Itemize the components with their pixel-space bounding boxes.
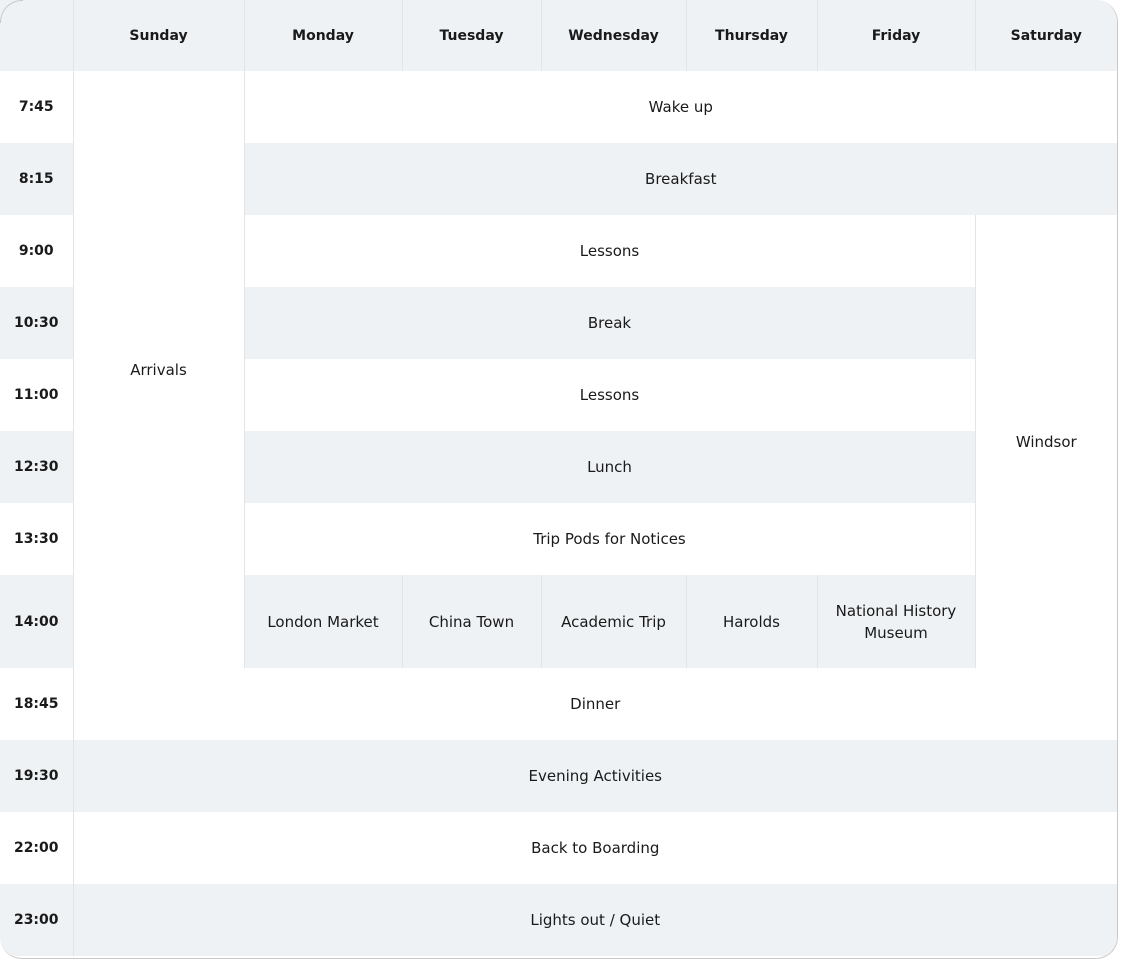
time-cell: 12:30 xyxy=(0,431,74,503)
activity-cell: Lessons xyxy=(244,359,975,431)
day-header-wednesday: Wednesday xyxy=(540,0,686,71)
activity-cell: Trip Pods for Notices xyxy=(244,503,975,575)
time-cell: 13:30 xyxy=(0,503,74,575)
schedule-container: Sunday Monday Tuesday Wednesday Thursday… xyxy=(0,0,1118,959)
day-header-sunday: Sunday xyxy=(72,0,244,71)
table-row: 18:45 Dinner xyxy=(0,668,1117,740)
activity-cell: Dinner xyxy=(73,668,1117,740)
trip-cell-wednesday: Academic Trip xyxy=(540,575,686,668)
time-cell: 9:00 xyxy=(0,215,74,287)
time-cell: 7:45 xyxy=(0,71,74,143)
saturday-windsor-cell: Windsor xyxy=(974,215,1117,668)
activity-cell: Evening Activities xyxy=(73,740,1117,812)
activity-cell: Back to Boarding xyxy=(73,812,1117,884)
trip-cell-tuesday: China Town xyxy=(401,575,541,668)
day-header-monday: Monday xyxy=(243,0,402,71)
sunday-arrivals-cell: Arrivals xyxy=(73,71,245,668)
activity-cell: Lunch xyxy=(244,431,975,503)
day-header-friday: Friday xyxy=(816,0,975,71)
time-cell: 14:00 xyxy=(0,575,74,668)
activity-cell: Lights out / Quiet xyxy=(73,884,1117,956)
activity-cell: Lessons xyxy=(244,215,975,287)
day-header-saturday: Saturday xyxy=(974,0,1117,71)
trip-cell-friday: National History Museum xyxy=(816,575,975,668)
table-row: 23:00 Lights out / Quiet xyxy=(0,884,1117,956)
activity-cell: Break xyxy=(244,287,975,359)
time-cell: 8:15 xyxy=(0,143,74,215)
table-row: 19:30 Evening Activities xyxy=(0,740,1117,812)
day-header-thursday: Thursday xyxy=(685,0,817,71)
trip-cell-monday: London Market xyxy=(243,575,402,668)
header-row: Sunday Monday Tuesday Wednesday Thursday… xyxy=(0,0,1117,71)
time-cell: 11:00 xyxy=(0,359,74,431)
time-column-header xyxy=(0,0,73,71)
day-header-tuesday: Tuesday xyxy=(401,0,541,71)
time-cell: 10:30 xyxy=(0,287,74,359)
time-cell: 18:45 xyxy=(0,668,74,740)
trip-cell-thursday: Harolds xyxy=(685,575,817,668)
time-cell: 23:00 xyxy=(0,884,74,956)
table-row: 7:45 Arrivals Wake up xyxy=(0,71,1117,668)
time-cell: 19:30 xyxy=(0,740,74,812)
time-cell: 22:00 xyxy=(0,812,74,884)
activity-cell: Wake up xyxy=(244,71,1117,143)
weekly-schedule-table: Sunday Monday Tuesday Wednesday Thursday… xyxy=(0,0,1117,956)
table-row: 22:00 Back to Boarding xyxy=(0,812,1117,884)
activity-cell: Breakfast xyxy=(244,143,1117,215)
